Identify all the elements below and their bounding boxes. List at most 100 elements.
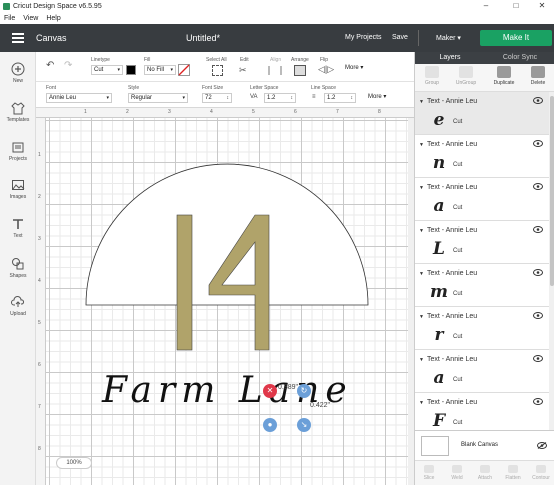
fill-select[interactable]: No Fill ▾ [144, 65, 176, 75]
zoom-control[interactable]: 100% [56, 457, 92, 469]
font-size-input[interactable]: 72 ↕ [202, 93, 232, 103]
layer-item[interactable]: ▼ Text - Annie Leu a Cut [415, 178, 549, 221]
layer-name: ▼ Text - Annie Leu [419, 270, 478, 277]
ungroup-button[interactable]: UnGroup [449, 66, 483, 86]
layers-scrollbar[interactable] [549, 92, 554, 430]
flatten-button[interactable]: Flatten [499, 465, 527, 481]
undo-icon[interactable]: ↶ [46, 60, 54, 71]
layer-item[interactable]: ▼ Text - Annie Leu m Cut [415, 264, 549, 307]
arrange-icon[interactable] [294, 65, 306, 76]
eye-icon[interactable] [533, 269, 543, 276]
menu-view[interactable]: View [23, 15, 38, 22]
duplicate-button[interactable]: Duplicate [487, 66, 521, 86]
layer-item[interactable]: ▼ Text - Annie Leu a Cut [415, 350, 549, 393]
resize-handle-icon[interactable]: ↘ [297, 418, 311, 432]
ruler-tick: 1 [38, 152, 41, 158]
close-icon[interactable]: ✕ [532, 0, 552, 12]
window-titlebar: Cricut Design Space v6.5.95 – □ ✕ [0, 0, 554, 12]
layer-item[interactable]: ▼ Text - Annie Leu L Cut [415, 221, 549, 264]
eye-icon[interactable] [533, 140, 543, 147]
style-label: Style [128, 85, 140, 91]
weld-button[interactable]: Weld [443, 465, 471, 481]
minimize-icon[interactable]: – [476, 0, 496, 12]
stepper-icon: ↕ [226, 95, 230, 101]
layer-thumbnail: r [434, 325, 444, 345]
tab-color-sync[interactable]: Color Sync [485, 52, 554, 64]
layer-item[interactable]: ▼ Text - Annie Leu e Cut [415, 92, 549, 135]
scissors-icon[interactable]: ✂ [239, 65, 247, 76]
eye-icon[interactable] [533, 355, 543, 362]
more-text-menu[interactable]: More ▾ [368, 93, 386, 100]
font-select[interactable]: Annie Leu ▾ [46, 93, 112, 103]
layer-item[interactable]: ▼ Text - Annie Leu n Cut [415, 135, 549, 178]
layer-item[interactable]: ▼ Text - Annie Leu r Cut [415, 307, 549, 350]
menu-help[interactable]: Help [46, 15, 60, 22]
menu-bar: File View Help [0, 12, 554, 24]
rail-upload[interactable]: Upload [0, 295, 36, 317]
delete-button[interactable]: Delete [521, 66, 554, 86]
flip-icon[interactable]: ◁|▷ [318, 64, 334, 75]
save-link[interactable]: Save [392, 34, 408, 41]
lock-handle-icon[interactable]: ● [263, 418, 277, 432]
hamburger-menu-icon[interactable] [12, 33, 24, 43]
chevron-down-icon: ▾ [117, 67, 120, 73]
letter-space-input[interactable]: 1.2 ↕ [264, 93, 296, 103]
eye-icon[interactable] [533, 97, 543, 104]
upload-cloud-icon [11, 296, 24, 307]
rail-shapes[interactable]: Shapes [0, 257, 36, 279]
my-projects-link[interactable]: My Projects [345, 34, 382, 41]
align-icon[interactable] [268, 66, 282, 75]
rotate-handle-icon[interactable]: ↻ [297, 384, 311, 398]
line-space-input[interactable]: 1.2 ↕ [324, 93, 356, 103]
rail-new[interactable]: New [0, 62, 36, 84]
rail-text[interactable]: Text [0, 217, 36, 239]
weld-icon [452, 465, 462, 473]
caret-down-icon: ▼ [419, 99, 424, 105]
caret-down-icon: ▼ [419, 185, 424, 191]
no-fill-swatch-icon[interactable] [178, 64, 190, 76]
caret-down-icon: ▼ [419, 228, 424, 234]
ruler-horizontal: 1 2 3 4 5 6 7 8 [36, 108, 414, 118]
eye-icon[interactable] [533, 398, 543, 405]
attach-button[interactable]: Attach [471, 465, 499, 481]
contour-button[interactable]: Contour [527, 465, 554, 481]
rail-label-projects: Projects [8, 156, 28, 162]
layer-item[interactable]: ▼ Text - Annie Leu F Cut [415, 393, 549, 430]
layer-thumbnail: F [432, 411, 446, 430]
select-all-icon[interactable] [212, 65, 223, 76]
linetype-label: Linetype [91, 57, 110, 63]
eye-icon[interactable] [533, 312, 543, 319]
eye-icon[interactable] [533, 226, 543, 233]
duplicate-icon [497, 66, 511, 78]
letter-space-icon: VA [250, 94, 258, 100]
make-it-button[interactable]: Make It [480, 30, 552, 46]
ruler-tick: 8 [378, 109, 381, 115]
cricut-app-icon [3, 2, 10, 10]
tab-layers[interactable]: Layers [415, 52, 485, 64]
redo-icon[interactable]: ↷ [64, 60, 72, 71]
more-menu[interactable]: More ▾ [345, 64, 363, 71]
eye-slash-icon[interactable] [537, 442, 547, 449]
group-button[interactable]: Group [415, 66, 449, 86]
caret-down-icon: ▼ [419, 357, 424, 363]
rail-projects[interactable]: Projects [0, 140, 36, 162]
machine-select[interactable]: Maker ▾ [436, 34, 461, 42]
eye-icon[interactable] [533, 183, 543, 190]
blank-canvas-row[interactable]: Blank Canvas [415, 430, 554, 460]
layer-operation: Cut [453, 162, 463, 168]
layer-operation: Cut [453, 291, 463, 297]
rail-templates[interactable]: Templates [0, 101, 36, 123]
slice-button[interactable]: Slice [415, 465, 443, 481]
rail-label-shapes: Shapes [9, 273, 27, 279]
ruler-tick: 4 [38, 278, 41, 284]
style-select[interactable]: Regular ▾ [128, 93, 188, 103]
linetype-color-swatch[interactable] [126, 65, 136, 75]
maximize-icon[interactable]: □ [506, 0, 526, 12]
delete-handle-icon[interactable]: ✕ [263, 384, 277, 398]
caret-down-icon: ▼ [419, 314, 424, 320]
rail-images[interactable]: Images [0, 178, 36, 200]
font-size-label: Font Size [202, 85, 224, 91]
linetype-select[interactable]: Cut ▾ [91, 65, 123, 75]
design-canvas[interactable]: Farm Lane ✕ ↻ ● ↘ 0.389" 0.422" [46, 118, 408, 485]
menu-file[interactable]: File [4, 15, 15, 22]
